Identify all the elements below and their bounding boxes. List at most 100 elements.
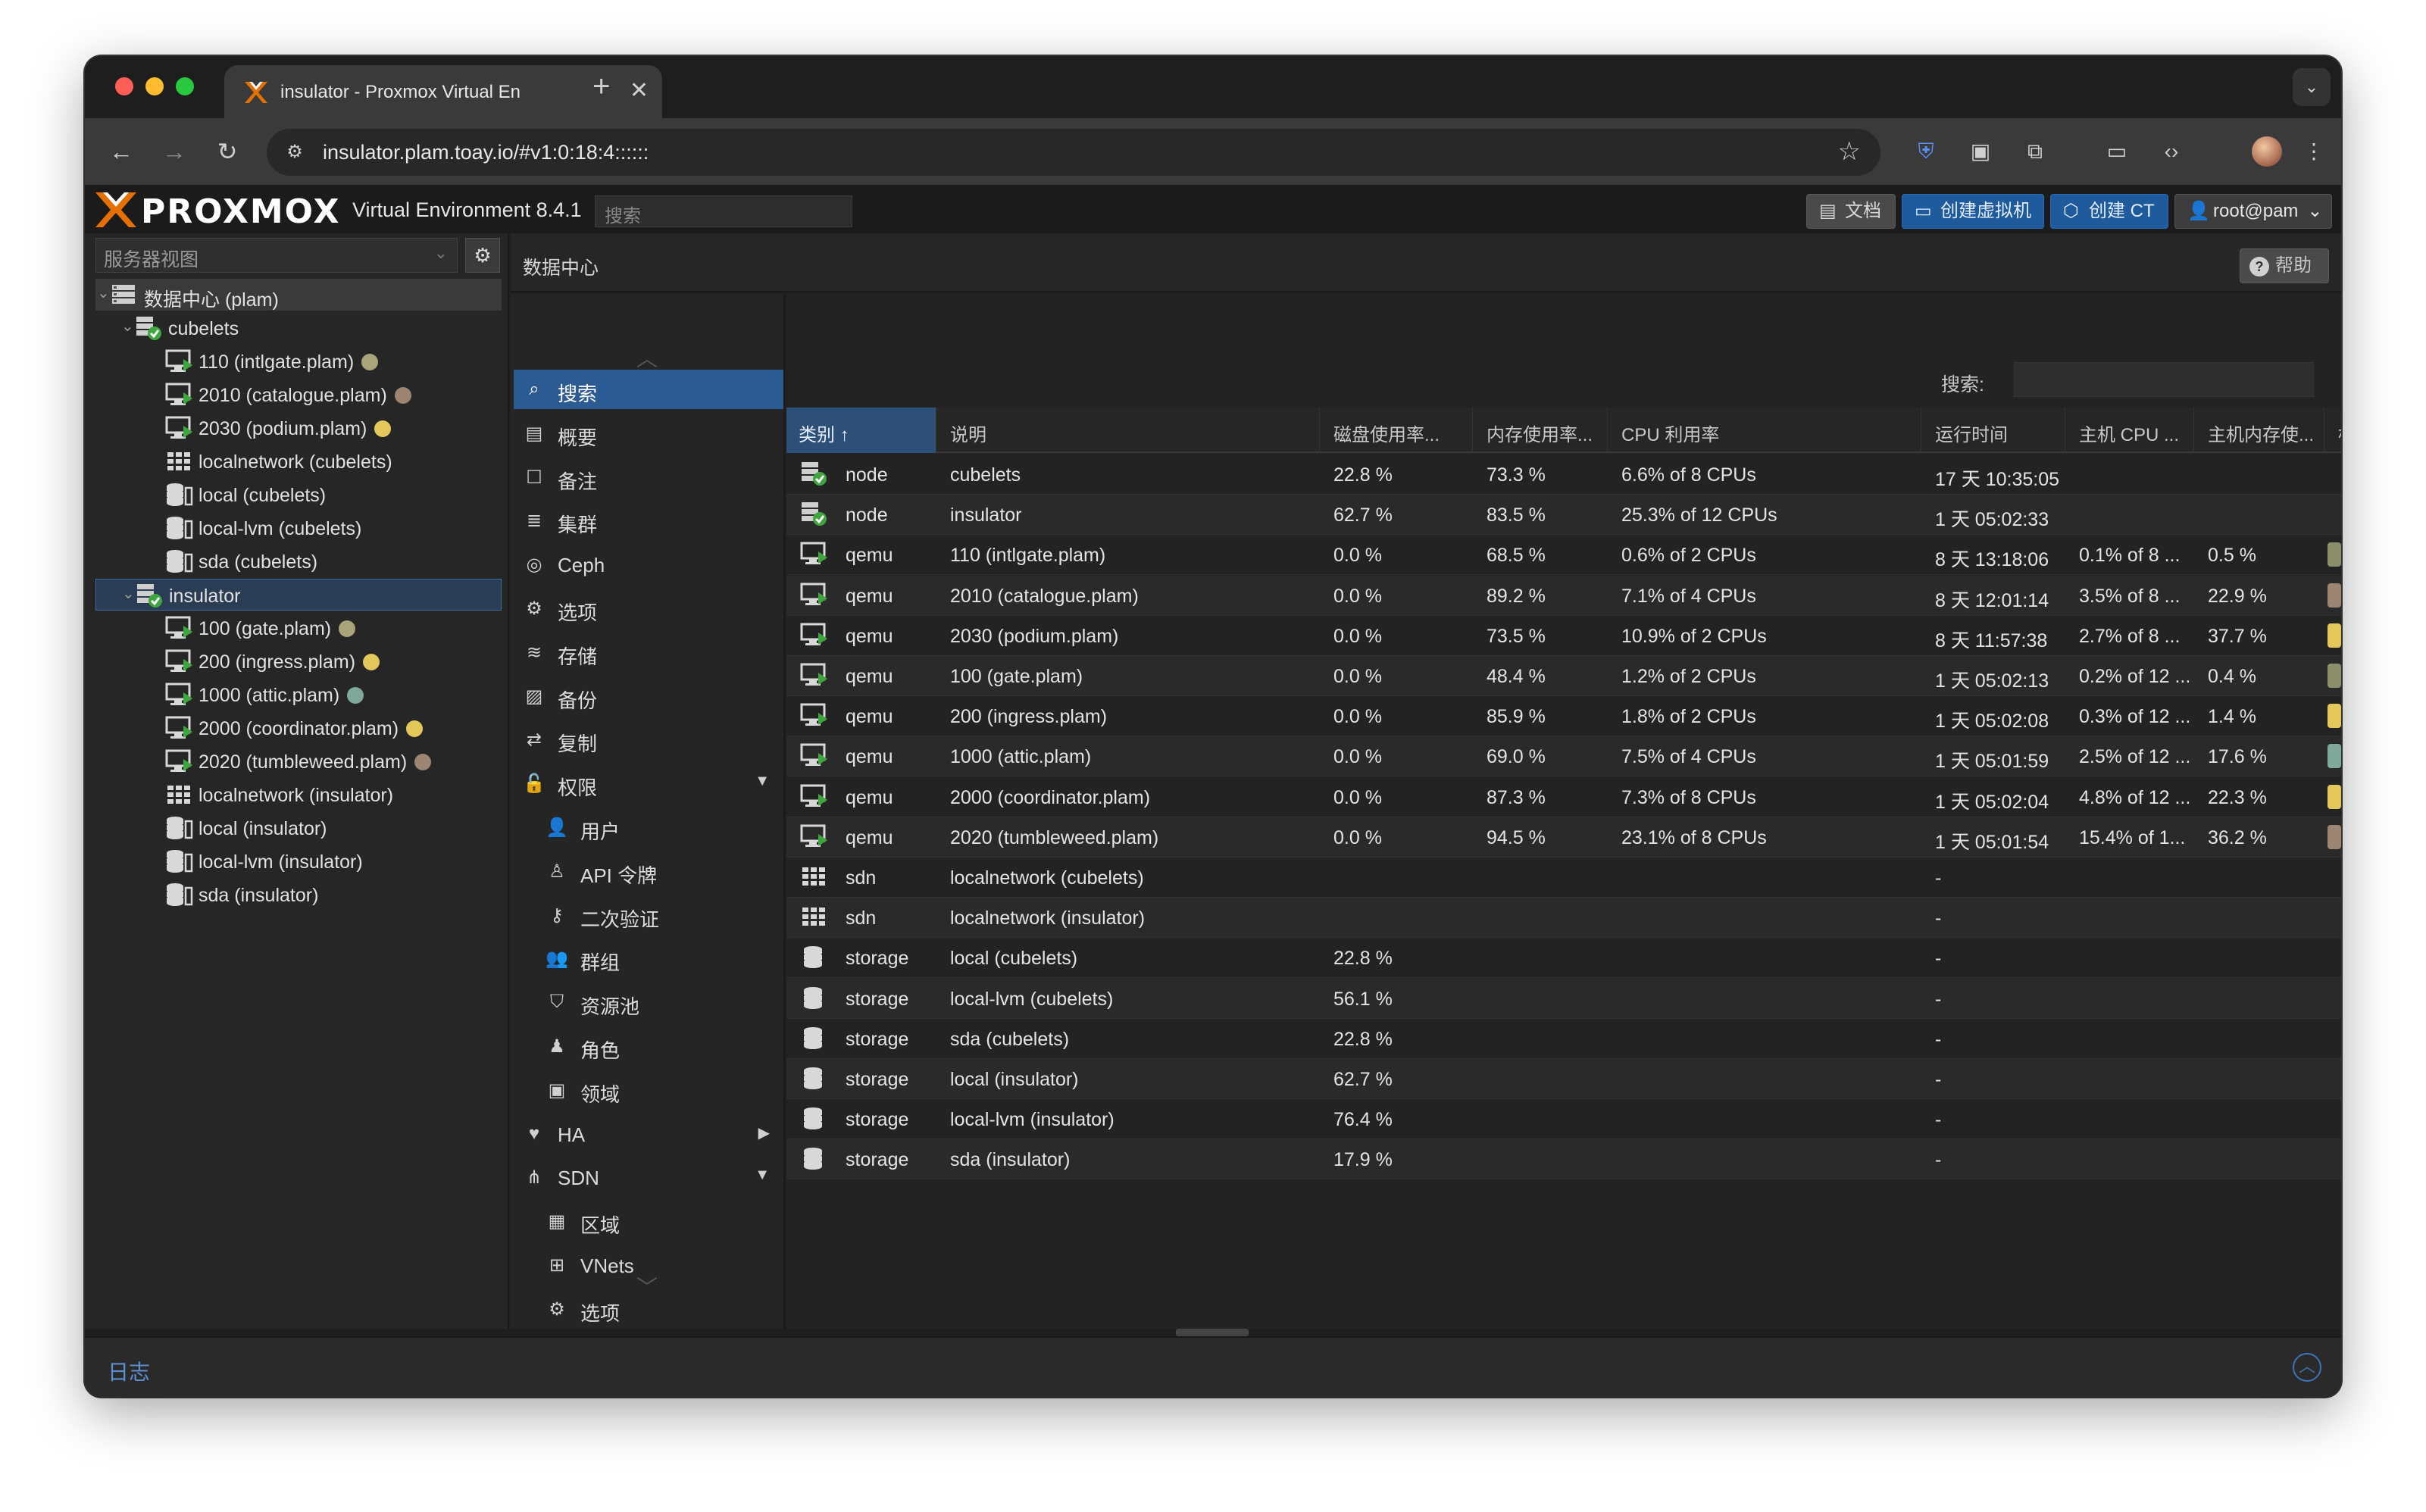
tree-item[interactable]: 2000 (coordinator.plam)	[95, 712, 502, 744]
menu-item[interactable]: ≣ 集群	[514, 501, 783, 540]
address-bar[interactable]: ⚙ insulator.plam.toay.io/#v1:0:18:4:::::…	[267, 129, 1880, 176]
table-row[interactable]: sdn localnetwork (cubelets) -	[786, 858, 2341, 898]
table-row[interactable]: sdn localnetwork (insulator) -	[786, 898, 2341, 939]
minimize-window-button[interactable]	[145, 77, 164, 95]
tree-item[interactable]: local (cubelets)	[95, 479, 502, 511]
back-arrow-icon[interactable]: ←	[105, 135, 138, 168]
tree-item[interactable]: 200 (ingress.plam)	[95, 645, 502, 677]
tree-item[interactable]: sda (cubelets)	[95, 545, 502, 577]
cast-icon[interactable]: ▭	[2100, 135, 2134, 168]
column-header[interactable]: CPU 利用率	[1609, 408, 1921, 453]
create-vm-button[interactable]: ▭ 创建虚拟机	[1902, 194, 2044, 229]
tree-item[interactable]: local (insulator)	[95, 812, 502, 844]
menu-item[interactable]: ⇄ 复制	[514, 720, 783, 759]
table-row[interactable]: storage local-lvm (insulator) 76.4 % -	[786, 1099, 2341, 1140]
bitwarden-extension-icon[interactable]: ⛨	[1909, 135, 1943, 168]
tree-expand-chevron-icon[interactable]: ⌄	[121, 317, 136, 336]
tree-expand-chevron-icon[interactable]: ⌄	[97, 283, 112, 302]
expand-log-icon[interactable]: ︿	[2293, 1353, 2321, 1382]
menu-item[interactable]: ⚙ 选项	[514, 1289, 783, 1329]
user-menu-button[interactable]: 👤 root@pam ⌄	[2174, 194, 2332, 229]
tab-close-icon[interactable]: ✕	[630, 77, 649, 105]
grid-search-input[interactable]	[2014, 362, 2314, 397]
menu-item[interactable]: ⚙ 选项	[514, 589, 783, 628]
forward-arrow-icon[interactable]: →	[158, 135, 191, 168]
menu-item[interactable]: ≋ 存储	[514, 633, 783, 672]
table-row[interactable]: qemu 100 (gate.plam) 0.0 % 48.4 % 1.2% of 2 …	[786, 656, 2341, 696]
help-button[interactable]: ? 帮助	[2240, 248, 2329, 283]
menu-scroll-up-icon[interactable]: ︿	[632, 348, 662, 370]
column-header[interactable]: 主机内存使...	[2196, 408, 2324, 453]
tree-item[interactable]: 1000 (attic.plam)	[95, 679, 502, 711]
table-row[interactable]: storage local-lvm (cubelets) 56.1 % -	[786, 978, 2341, 1019]
menu-item[interactable]: ♟ 角色	[514, 1026, 783, 1066]
extensions-puzzle-icon[interactable]: ⧉	[2018, 135, 2052, 168]
menu-item[interactable]: ♙ API 令牌	[514, 851, 783, 891]
maximize-window-button[interactable]	[176, 77, 194, 95]
column-header[interactable]: 磁盘使用率...	[1321, 408, 1473, 453]
table-row[interactable]: qemu 110 (intlgate.plam) 0.0 % 68.5 % 0.6% o…	[786, 535, 2341, 576]
profile-avatar[interactable]	[2252, 136, 2282, 167]
menu-item[interactable]: 👤 用户	[514, 808, 783, 847]
menu-item[interactable]: ▤ 概要	[514, 414, 783, 453]
tree-item[interactable]: local-lvm (cubelets)	[95, 512, 502, 544]
table-row[interactable]: node insulator 62.7 % 83.5 % 25.3% of 12 CPU…	[786, 495, 2341, 536]
gear-icon[interactable]: ⚙	[465, 238, 500, 273]
menu-item[interactable]: ♥ HA ▶	[514, 1114, 783, 1154]
tab-search-button[interactable]: ⌄	[2293, 68, 2331, 106]
tree-item[interactable]: 110 (intlgate.plam)	[95, 345, 502, 377]
tree-item[interactable]: localnetwork (insulator)	[95, 779, 502, 811]
table-row[interactable]: qemu 200 (ingress.plam) 0.0 % 85.9 % 1.8% of…	[786, 696, 2341, 737]
column-header[interactable]: 说明	[938, 408, 1320, 453]
menu-item[interactable]: ▣ 领域	[514, 1070, 783, 1110]
create-ct-button[interactable]: ⬡ 创建 CT	[2050, 194, 2168, 229]
tree-item[interactable]: local-lvm (insulator)	[95, 845, 502, 877]
table-row[interactable]: storage local (insulator) 62.7 % -	[786, 1059, 2341, 1099]
column-header[interactable]: 标	[2326, 408, 2341, 453]
tree-item[interactable]: 2030 (podium.plam)	[95, 412, 502, 444]
new-tab-button[interactable]: +	[592, 70, 610, 103]
log-splitter-handle[interactable]	[1176, 1329, 1249, 1336]
tree-item[interactable]: localnetwork (cubelets)	[95, 445, 502, 477]
chrome-menu-icon[interactable]: ⋮	[2297, 135, 2331, 168]
menu-item[interactable]: 🔓 权限 ▼	[514, 764, 783, 803]
extension-i-icon[interactable]: ▣	[1964, 135, 1997, 168]
menu-item[interactable]: ⛉ 资源池	[514, 982, 783, 1022]
site-info-icon[interactable]: ⚙	[282, 139, 308, 165]
table-row[interactable]: qemu 2020 (tumbleweed.plam) 0.0 % 94.5 % 23.…	[786, 817, 2341, 858]
table-row[interactable]: qemu 2010 (catalogue.plam) 0.0 % 89.2 % 7.1%…	[786, 575, 2341, 616]
column-header[interactable]: 内存使用率...	[1474, 408, 1608, 453]
view-select[interactable]: 服务器视图 ⌄	[95, 238, 458, 273]
tree-item[interactable]: 2010 (catalogue.plam)	[95, 379, 502, 411]
menu-item[interactable]: 👥 群组	[514, 939, 783, 978]
table-row[interactable]: qemu 1000 (attic.plam) 0.0 % 69.0 % 7.5% of …	[786, 736, 2341, 777]
tree-item[interactable]: ⌄ insulator	[95, 579, 502, 611]
menu-item[interactable]: ◎ Ceph	[514, 545, 783, 584]
table-row[interactable]: storage sda (cubelets) 22.8 % -	[786, 1019, 2341, 1059]
menu-item[interactable]: ⊞ VNets	[514, 1245, 783, 1285]
table-row[interactable]: storage sda (insulator) 17.9 % -	[786, 1139, 2341, 1180]
column-header[interactable]: 运行时间	[1923, 408, 2065, 453]
table-row[interactable]: qemu 2030 (podium.plam) 0.0 % 73.5 % 10.9% o…	[786, 616, 2341, 656]
menu-item[interactable]: ⋔ SDN ▼	[514, 1157, 783, 1197]
menu-item[interactable]: ⚷ 二次验证	[514, 895, 783, 935]
tree-expand-chevron-icon[interactable]: ⌄	[122, 584, 137, 603]
tree-item[interactable]: ⌄ cubelets	[95, 312, 502, 344]
tree-item[interactable]: ⌄ 数据中心 (plam)	[95, 279, 502, 311]
docs-button[interactable]: ▤ 文档	[1806, 194, 1896, 229]
pve-search-input[interactable]: 搜索	[595, 195, 852, 227]
tree-item[interactable]: 2020 (tumbleweed.plam)	[95, 745, 502, 777]
reload-icon[interactable]: ↻	[211, 135, 244, 168]
close-window-button[interactable]	[115, 77, 133, 95]
table-row[interactable]: node cubelets 22.8 % 73.3 % 6.6% of 8 CPUs 17…	[786, 455, 2341, 495]
menu-item[interactable]: ☐ 备注	[514, 458, 783, 497]
bookmark-star-icon[interactable]: ☆	[1838, 136, 1861, 167]
tree-item[interactable]: 100 (gate.plam)	[95, 612, 502, 644]
menu-item[interactable]: ▦ 区域	[514, 1201, 783, 1241]
table-row[interactable]: storage local (cubelets) 22.8 % -	[786, 938, 2341, 979]
table-row[interactable]: qemu 2000 (coordinator.plam) 0.0 % 87.3 % 7.…	[786, 777, 2341, 817]
menu-item[interactable]: ▨ 备份	[514, 676, 783, 716]
column-header[interactable]: 类别 ↑	[786, 408, 936, 453]
menu-item[interactable]: ⌕ 搜索	[514, 370, 783, 409]
devtools-code-icon[interactable]: ‹›	[2155, 135, 2188, 168]
